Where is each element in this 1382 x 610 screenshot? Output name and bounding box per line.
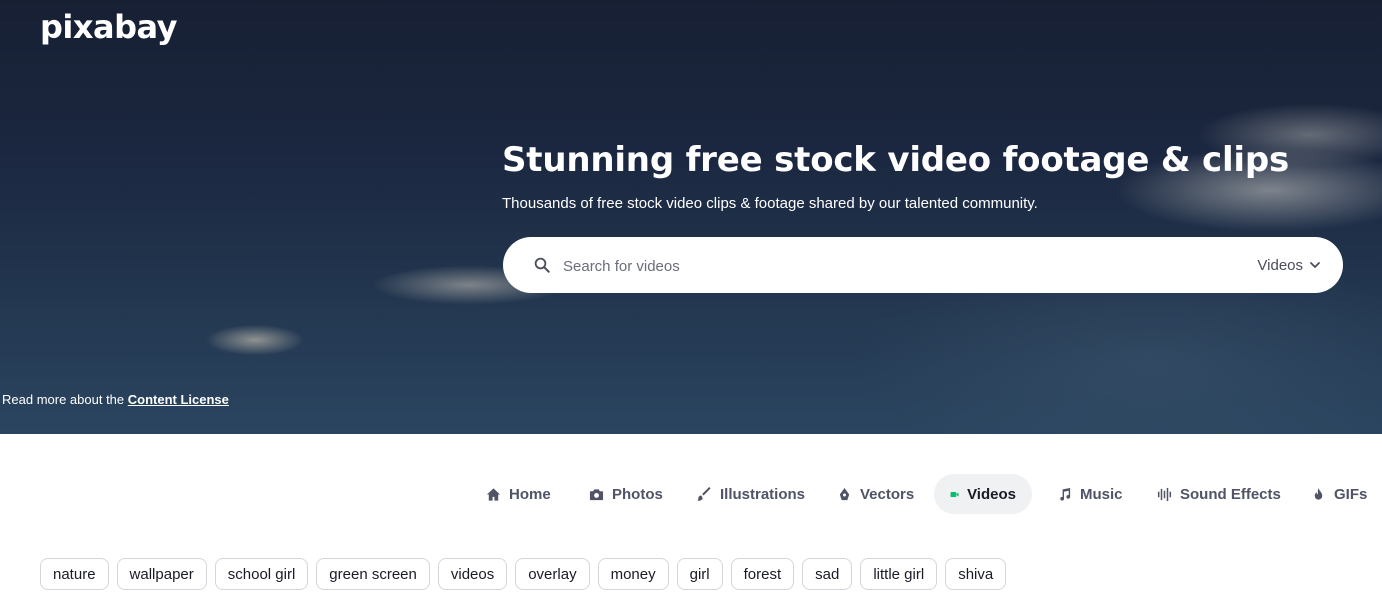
- pen-tool-icon: [839, 487, 850, 500]
- nav-item-illustrations[interactable]: Illustrations: [689, 474, 813, 514]
- tag-chip[interactable]: school girl: [214, 558, 309, 590]
- chevron-down-icon: [1310, 262, 1320, 268]
- video-camera-icon: [950, 491, 959, 497]
- tag-chip[interactable]: forest: [730, 558, 795, 590]
- tag-chip[interactable]: overlay: [515, 558, 590, 590]
- sound-wave-icon: [1157, 487, 1172, 501]
- brush-icon: [697, 486, 711, 501]
- search-bar: Videos: [503, 237, 1343, 293]
- license-prefix: Read more about the: [2, 392, 125, 407]
- search-type-label: Videos: [1257, 256, 1303, 274]
- search-icon[interactable]: [533, 256, 551, 274]
- music-note-icon: [1060, 487, 1071, 501]
- nav-item-label: GIFs: [1334, 485, 1368, 503]
- content-license-note: Read more about the Content License: [2, 392, 229, 407]
- nav-item-gifs[interactable]: GIFs: [1303, 474, 1375, 514]
- nav-item-music[interactable]: Music: [1049, 474, 1131, 514]
- pixabay-logo[interactable]: pixabay: [40, 8, 177, 46]
- nav-item-label: Illustrations: [720, 485, 806, 503]
- nav-item-vectors[interactable]: Vectors: [831, 474, 920, 514]
- search-type-dropdown[interactable]: Videos: [1257, 237, 1321, 293]
- nav-item-photos[interactable]: Photos: [581, 474, 671, 514]
- nav-item-label: Videos: [967, 485, 1016, 503]
- hero-title: Stunning free stock video footage & clip…: [502, 140, 1290, 180]
- nav-item-label: Vectors: [860, 485, 915, 503]
- home-icon: [486, 487, 501, 501]
- search-input[interactable]: [561, 247, 1205, 285]
- tag-chip[interactable]: girl: [676, 558, 723, 590]
- camera-icon: [589, 488, 604, 500]
- related-tags: nature wallpaper school girl green scree…: [40, 558, 1007, 590]
- nav-item-label: Home: [509, 485, 551, 503]
- tag-chip[interactable]: little girl: [860, 558, 938, 590]
- tag-chip[interactable]: wallpaper: [116, 558, 207, 590]
- hero-subtitle: Thousands of free stock video clips & fo…: [502, 195, 1038, 212]
- tag-chip[interactable]: nature: [40, 558, 109, 590]
- nav-item-videos[interactable]: Videos: [934, 474, 1032, 514]
- media-type-nav: Home Photos Illustrations Vectors Videos…: [0, 474, 1382, 514]
- nav-item-label: Sound Effects: [1180, 485, 1281, 503]
- tag-chip[interactable]: shiva: [945, 558, 1007, 590]
- nav-item-sound-effects[interactable]: Sound Effects: [1149, 474, 1289, 514]
- hero-banner: pixabay Stunning free stock video footag…: [0, 0, 1382, 434]
- nav-item-home[interactable]: Home: [478, 474, 559, 514]
- tag-chip[interactable]: money: [597, 558, 669, 590]
- tag-chip[interactable]: videos: [437, 558, 508, 590]
- flame-icon: [1314, 487, 1323, 500]
- tag-chip[interactable]: green screen: [316, 558, 430, 590]
- content-license-link[interactable]: Content License: [128, 392, 229, 407]
- nav-item-label: Photos: [612, 485, 663, 503]
- nav-item-label: Music: [1080, 485, 1123, 503]
- tag-chip[interactable]: sad: [802, 558, 853, 590]
